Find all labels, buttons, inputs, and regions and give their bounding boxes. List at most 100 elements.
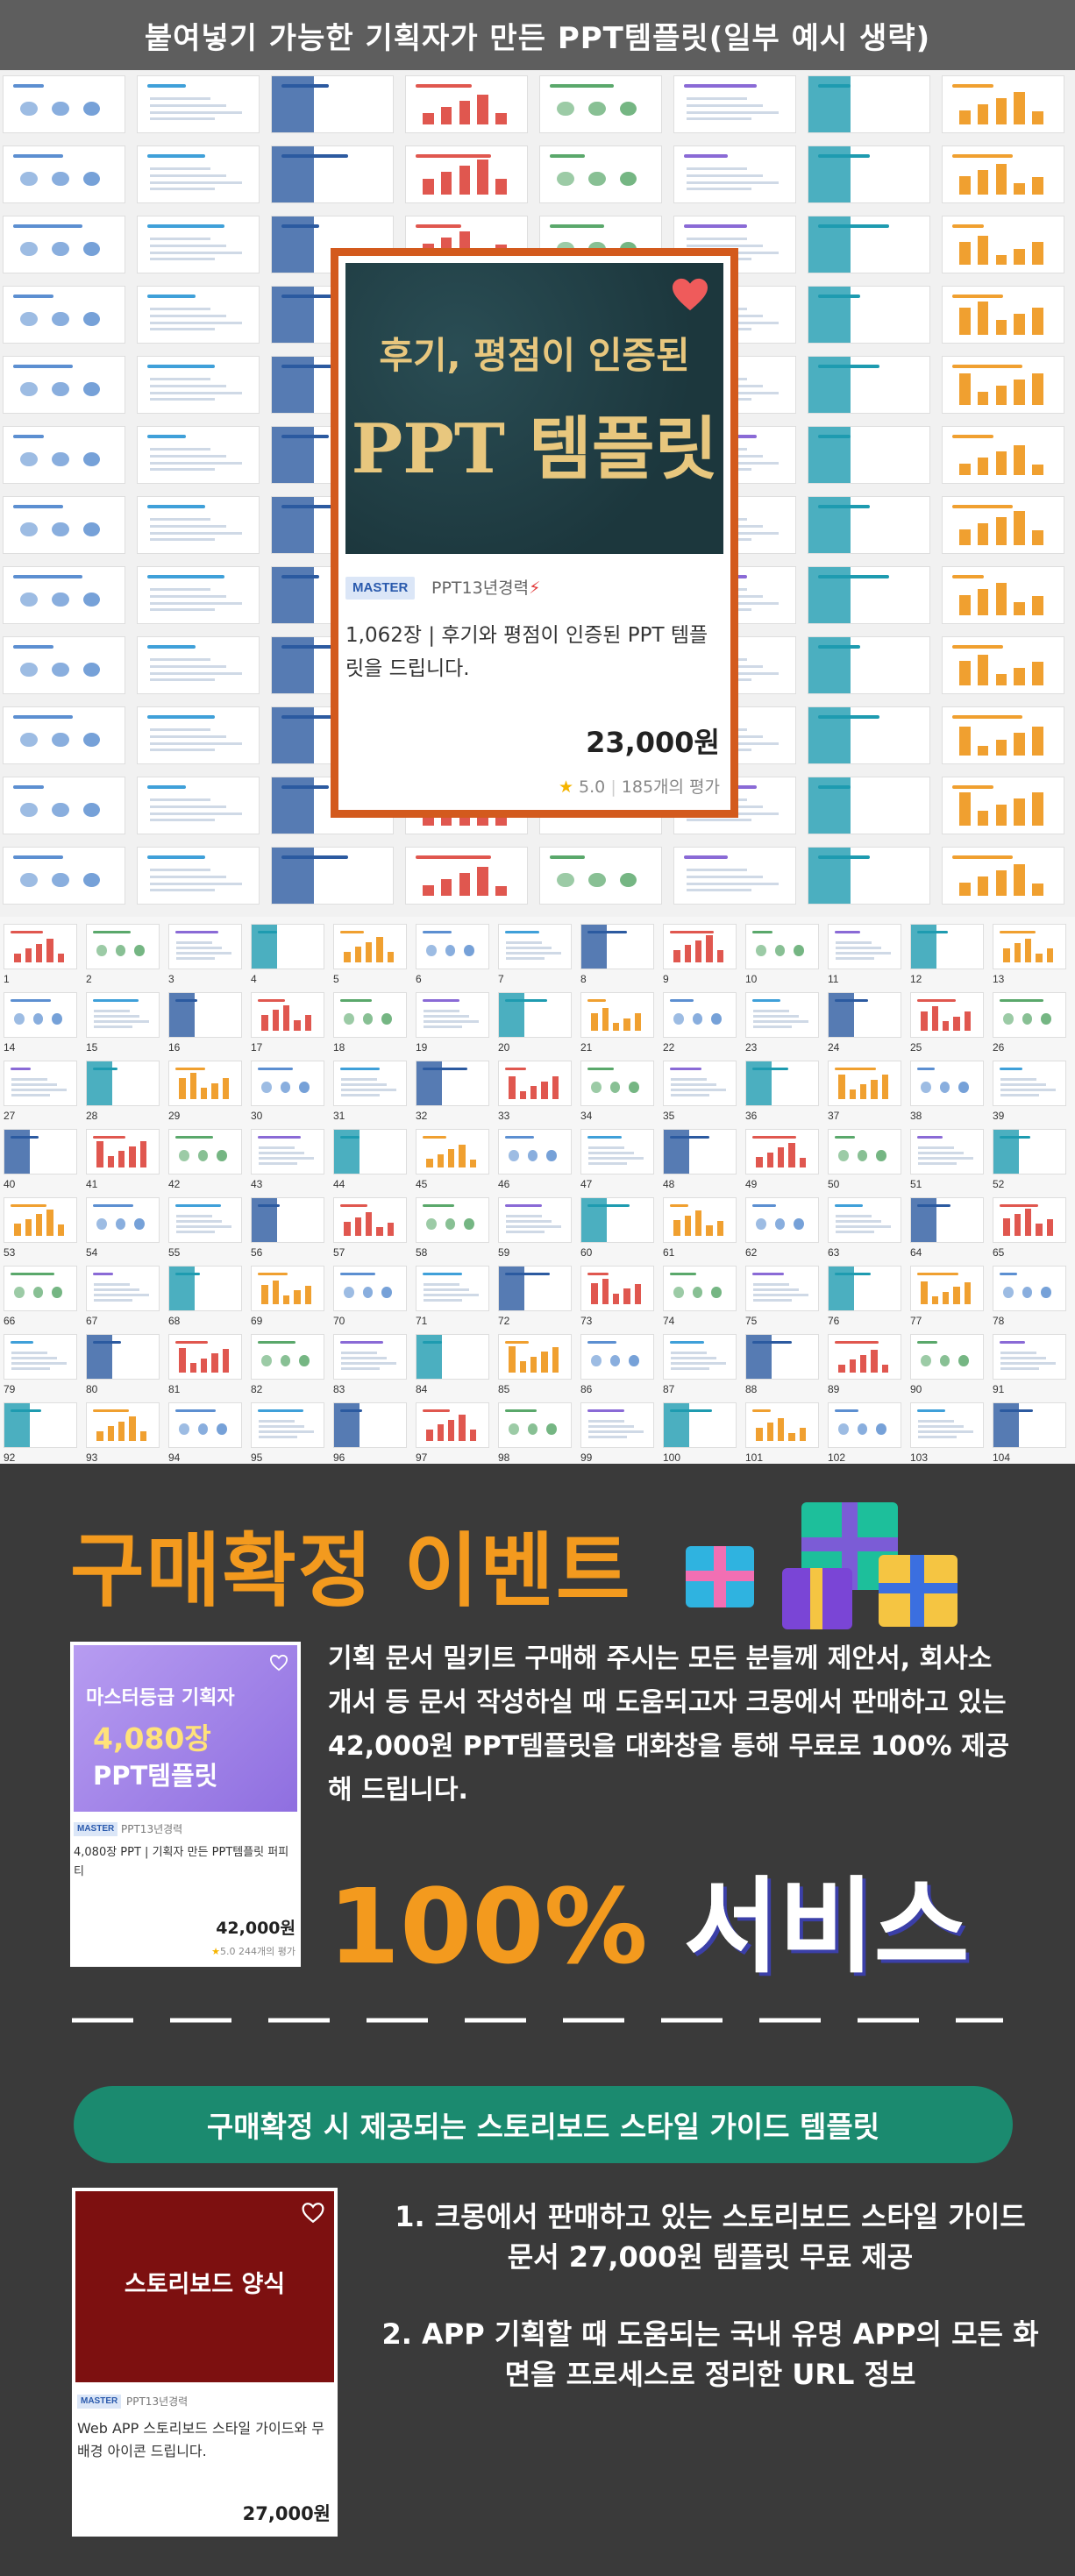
template-thumbnail [910,1061,984,1106]
template-thumbnail [942,566,1064,624]
template-thumbnail [3,636,125,694]
template-thumbnail [251,1197,324,1243]
template-thumbnail [3,566,125,624]
slide-number: 20 [498,1041,510,1054]
template-thumbnail [808,75,930,133]
template-thumbnail [137,145,260,203]
slide-number: 44 [333,1178,345,1190]
template-thumbnail [993,992,1066,1038]
slide-number: 68 [168,1315,181,1327]
slide-number: 71 [416,1315,428,1327]
template-thumbnail [416,1402,489,1448]
product-price: 23,000원 [586,726,720,759]
template-thumbnail [271,847,394,905]
slide-number: 104 [993,1451,1011,1464]
template-thumbnail [745,1061,819,1106]
template-thumbnail [333,1402,407,1448]
template-thumbnail [168,1402,242,1448]
template-thumbnail [4,1266,77,1311]
template-thumbnail [942,777,1064,834]
template-thumbnail [808,496,930,554]
seller-name: PPT13년경력 [121,1823,183,1835]
slide-number: 59 [498,1246,510,1259]
slide-number: 34 [580,1110,593,1122]
heart-icon[interactable] [671,277,709,312]
event-product-card-1[interactable]: 마스터등급 기획자 4,080장 PPT템플릿 MASTER PPT13년경력 … [70,1642,301,1967]
seller-name[interactable]: PPT13년경력⚡ [431,577,540,600]
star-icon: ★ [558,777,573,797]
slide-number: 48 [663,1178,675,1190]
template-thumbnail [942,216,1064,273]
product-price: 42,000원 [216,1919,295,1938]
template-thumbnail [745,1129,819,1174]
template-thumbnail [828,924,901,969]
template-thumbnail [498,1334,572,1380]
seller-name: PPT13년경력 [126,2395,189,2408]
heart-outline-icon[interactable] [301,2202,325,2224]
slide-number: 41 [86,1178,98,1190]
template-thumbnail [539,847,662,905]
template-thumbnail [333,1061,407,1106]
slide-number: 58 [416,1246,428,1259]
slide-number: 81 [168,1383,181,1395]
template-thumbnail [993,924,1066,969]
slide-number: 63 [828,1246,840,1259]
slide-number: 4 [251,973,257,985]
template-thumbnail [942,356,1064,414]
slide-number: 89 [828,1383,840,1395]
event-product-card-2[interactable]: 스토리보드 양식 MASTER PPT13년경력 Web APP 스토리보드 스… [72,2188,338,2537]
slide-number: 87 [663,1383,675,1395]
template-thumbnail [333,1266,407,1311]
template-thumbnail [3,706,125,764]
template-thumbnail [745,992,819,1038]
slide-number: 39 [993,1110,1005,1122]
featured-product-card[interactable]: 후기, 평점이 인증된 PPT 템플릿 MASTER PPT13년경력⚡ 1,0… [331,248,738,818]
template-thumbnail [4,1197,77,1243]
slide-number: 98 [498,1451,510,1464]
slide-number: 72 [498,1315,510,1327]
product-description: Web APP 스토리보드 스타일 가이드와 무배경 아이콘 드립니다. [77,2420,324,2459]
template-thumbnail [673,847,796,905]
slide-number: 94 [168,1451,181,1464]
template-thumbnail [993,1129,1066,1174]
template-thumbnail [168,1061,242,1106]
template-thumbnail [828,1266,901,1311]
slide-number: 85 [498,1383,510,1395]
slide-number: 49 [745,1178,758,1190]
slide-number: 14 [4,1041,16,1054]
master-badge: MASTER [74,1822,118,1836]
template-thumbnail [663,1266,737,1311]
template-thumbnail [168,1266,242,1311]
template-thumbnail [168,924,242,969]
product-price: 27,000원 [242,2503,331,2524]
event-product-thumbnail-2: 스토리보드 양식 [75,2191,334,2382]
template-thumbnail [86,1061,160,1106]
rating-value: 5.0 [579,777,606,797]
template-thumbnail [405,75,528,133]
template-thumbnail [416,924,489,969]
template-thumbnail [663,1197,737,1243]
slide-number: 5 [333,973,339,985]
slide-number: 99 [580,1451,593,1464]
slide-number: 76 [828,1315,840,1327]
template-thumbnail [942,636,1064,694]
slide-number: 83 [333,1383,345,1395]
review-count: 244개의 평가 [238,1946,295,1957]
template-thumbnail [416,1129,489,1174]
template-thumbnail [416,1266,489,1311]
slide-number: 57 [333,1246,345,1259]
slide-number: 19 [416,1041,428,1054]
template-thumbnail [416,1334,489,1380]
template-thumbnail [137,356,260,414]
template-thumbnail [405,145,528,203]
template-thumbnail [663,1061,737,1106]
event-section: 구매확정 이벤트 마스터등급 기획자 4,080장 PPT템플릿 MASTER … [0,1464,1075,2576]
rating-value: 5.0 [220,1946,236,1957]
slide-number: 46 [498,1178,510,1190]
heart-outline-icon[interactable] [269,1654,288,1671]
event-product-thumbnail-1: 마스터등급 기획자 4,080장 PPT템플릿 [74,1645,297,1812]
template-thumbnail [993,1197,1066,1243]
slide-number: 16 [168,1041,181,1054]
template-thumbnail [942,75,1064,133]
slide-number: 12 [910,973,922,985]
